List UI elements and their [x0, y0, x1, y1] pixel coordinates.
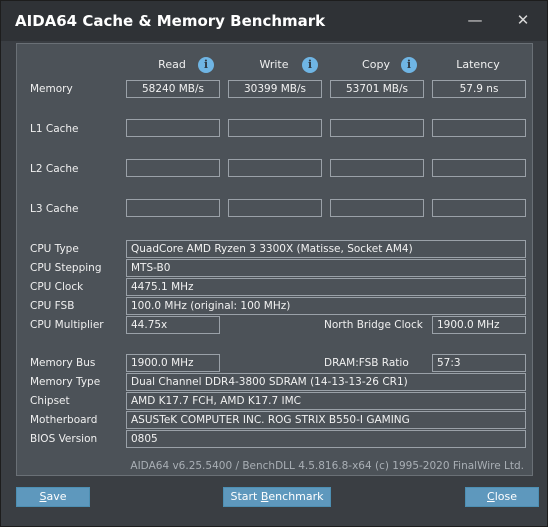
cpu-clock-label: CPU Clock — [30, 281, 84, 293]
l3-latency-value — [432, 199, 526, 217]
start-label-rest: enchmark — [268, 490, 324, 503]
chipset-value: AMD K17.7 FCH, AMD K17.7 IMC — [126, 392, 526, 410]
dram-fsb-ratio-label: DRAM:FSB Ratio — [324, 357, 409, 369]
cpu-fsb-value: 100.0 MHz (original: 100 MHz) — [126, 297, 526, 315]
column-header-write: Write — [259, 58, 289, 71]
memory-write-value: 30399 MB/s — [228, 80, 322, 98]
benchmark-panel: Read i Write i Copy i Latency Memory 582… — [16, 43, 533, 476]
cpu-stepping-label: CPU Stepping — [30, 262, 102, 274]
memory-latency-value: 57.9 ns — [432, 80, 526, 98]
cpu-type-value: QuadCore AMD Ryzen 3 3300X (Matisse, Soc… — [126, 240, 526, 258]
north-bridge-clock-label: North Bridge Clock — [324, 319, 423, 331]
memory-type-value: Dual Channel DDR4-3800 SDRAM (14-13-13-2… — [126, 373, 526, 391]
cpu-multiplier-value: 44.75x — [126, 316, 220, 334]
memory-type-label: Memory Type — [30, 376, 101, 388]
close-window-button[interactable]: ✕ — [511, 9, 535, 31]
l1-latency-value — [432, 119, 526, 137]
read-info-icon[interactable]: i — [198, 57, 214, 73]
column-header-read: Read — [158, 58, 186, 71]
l1-read-value — [126, 119, 220, 137]
l2-cache-row-label: L2 Cache — [30, 163, 79, 175]
bios-version-value: 0805 — [126, 430, 526, 448]
l3-cache-row-label: L3 Cache — [30, 203, 79, 215]
benchmark-window: AIDA64 Cache & Memory Benchmark — ✕ Read… — [0, 0, 548, 527]
bios-version-label: BIOS Version — [30, 433, 98, 445]
title-bar: AIDA64 Cache & Memory Benchmark — ✕ — [1, 1, 547, 41]
memory-read-value: 58240 MB/s — [126, 80, 220, 98]
motherboard-value: ASUSTeK COMPUTER INC. ROG STRIX B550-I G… — [126, 411, 526, 429]
motherboard-label: Motherboard — [30, 414, 98, 426]
l2-write-value — [228, 159, 322, 177]
north-bridge-clock-value: 1900.0 MHz — [432, 316, 526, 334]
cpu-fsb-label: CPU FSB — [30, 300, 75, 312]
chipset-label: Chipset — [30, 395, 70, 407]
l1-write-value — [228, 119, 322, 137]
dram-fsb-ratio-value: 57:3 — [432, 354, 526, 372]
copy-info-icon[interactable]: i — [401, 57, 417, 73]
l1-cache-row-label: L1 Cache — [30, 123, 79, 135]
memory-row-label: Memory — [30, 83, 73, 95]
cpu-stepping-value: MTS-B0 — [126, 259, 526, 277]
cpu-type-label: CPU Type — [30, 243, 79, 255]
l3-write-value — [228, 199, 322, 217]
memory-copy-value: 53701 MB/s — [330, 80, 424, 98]
memory-bus-value: 1900.0 MHz — [126, 354, 220, 372]
l2-latency-value — [432, 159, 526, 177]
save-label: ave — [46, 490, 67, 503]
l1-copy-value — [330, 119, 424, 137]
version-footer: AIDA64 v6.25.5400 / BenchDLL 4.5.816.8-x… — [130, 460, 524, 472]
close-label: lose — [494, 490, 517, 503]
write-info-icon[interactable]: i — [302, 57, 318, 73]
close-button[interactable]: Close — [465, 487, 539, 507]
l3-copy-value — [330, 199, 424, 217]
start-label-prefix: Start — [230, 490, 261, 503]
l3-read-value — [126, 199, 220, 217]
column-header-copy: Copy — [362, 58, 390, 71]
l2-copy-value — [330, 159, 424, 177]
start-benchmark-button[interactable]: Start Benchmark — [223, 487, 331, 507]
l2-read-value — [126, 159, 220, 177]
cpu-clock-value: 4475.1 MHz — [126, 278, 526, 296]
window-title: AIDA64 Cache & Memory Benchmark — [15, 12, 326, 30]
save-button[interactable]: Save — [16, 487, 90, 507]
column-header-latency: Latency — [456, 58, 500, 71]
minimize-button[interactable]: — — [463, 9, 487, 31]
cpu-multiplier-label: CPU Multiplier — [30, 319, 104, 331]
memory-bus-label: Memory Bus — [30, 357, 96, 369]
close-accelerator: C — [487, 490, 495, 503]
